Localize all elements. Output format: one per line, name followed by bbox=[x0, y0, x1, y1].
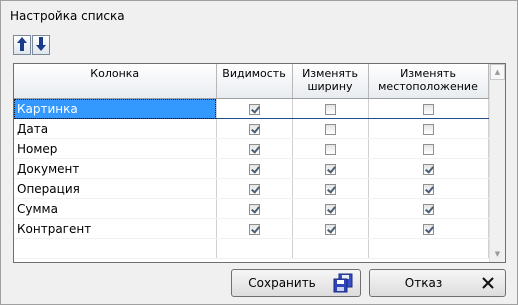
visibility-checkbox[interactable] bbox=[248, 103, 260, 115]
visibility-checkbox-cell bbox=[216, 118, 293, 139]
columns-grid[interactable]: Колонка Видимость Изменять ширину Изменя… bbox=[13, 63, 506, 263]
header-column[interactable]: Колонка bbox=[14, 64, 217, 99]
header-visibility[interactable]: Видимость bbox=[216, 64, 293, 99]
scroll-up-icon[interactable]: ▲ bbox=[490, 64, 505, 80]
visibility-checkbox[interactable] bbox=[248, 203, 260, 215]
empty-row bbox=[14, 238, 489, 259]
resize-checkbox-cell bbox=[292, 218, 369, 239]
reposition-checkbox[interactable] bbox=[422, 103, 434, 115]
empty-cell bbox=[14, 238, 217, 259]
move-down-button[interactable] bbox=[32, 35, 50, 55]
visibility-checkbox[interactable] bbox=[248, 123, 260, 135]
table-row[interactable]: Сумма bbox=[14, 198, 489, 219]
reposition-checkbox-cell bbox=[368, 138, 489, 159]
column-name-cell[interactable]: Дата bbox=[14, 118, 217, 139]
visibility-checkbox[interactable] bbox=[248, 183, 260, 195]
resize-checkbox-cell bbox=[292, 118, 369, 139]
header-row: Колонка Видимость Изменять ширину Изменя… bbox=[14, 64, 489, 99]
reposition-checkbox[interactable] bbox=[422, 143, 434, 155]
reposition-checkbox[interactable] bbox=[422, 183, 434, 195]
empty-cell bbox=[368, 238, 489, 259]
table-row[interactable]: Операция bbox=[14, 178, 489, 199]
visibility-checkbox[interactable] bbox=[248, 143, 260, 155]
cancel-button[interactable]: Отказ bbox=[369, 269, 506, 297]
arrow-down-icon bbox=[35, 36, 47, 55]
reposition-checkbox-cell bbox=[368, 158, 489, 179]
reposition-checkbox[interactable] bbox=[422, 223, 434, 235]
columns-table: Колонка Видимость Изменять ширину Изменя… bbox=[14, 64, 489, 259]
column-name-cell[interactable]: Документ bbox=[14, 158, 217, 179]
resize-checkbox[interactable] bbox=[324, 163, 336, 175]
visibility-checkbox-cell bbox=[216, 158, 293, 179]
cancel-button-label: Отказ bbox=[404, 276, 443, 290]
dialog-title: Настройка списка bbox=[10, 9, 125, 23]
toolbar bbox=[13, 35, 50, 57]
visibility-checkbox-cell bbox=[216, 198, 293, 219]
resize-checkbox-cell bbox=[292, 138, 369, 159]
vertical-scrollbar[interactable]: ▲ ▼ bbox=[489, 64, 505, 262]
visibility-checkbox-cell bbox=[216, 218, 293, 239]
visibility-checkbox-cell bbox=[216, 138, 293, 159]
resize-checkbox[interactable] bbox=[324, 103, 336, 115]
move-up-button[interactable] bbox=[13, 35, 31, 55]
resize-checkbox-cell bbox=[292, 158, 369, 179]
grid-body: Картинка Дата Номер Документ Операция Сумма Ко… bbox=[14, 98, 489, 259]
floppy-disk-icon bbox=[332, 272, 354, 294]
column-name-cell[interactable]: Сумма bbox=[14, 198, 217, 219]
table-row[interactable]: Документ bbox=[14, 158, 489, 179]
save-button-label: Сохранить bbox=[248, 276, 316, 290]
column-name-cell[interactable]: Контрагент bbox=[14, 218, 217, 239]
column-name-cell[interactable]: Операция bbox=[14, 178, 217, 199]
visibility-checkbox[interactable] bbox=[248, 163, 260, 175]
empty-cell bbox=[216, 238, 293, 259]
column-name-cell[interactable]: Номер bbox=[14, 138, 217, 159]
close-icon bbox=[477, 272, 499, 294]
column-name-cell[interactable]: Картинка bbox=[14, 98, 217, 119]
settings-dialog: Настройка списка Колонка Видимость Измен… bbox=[0, 0, 518, 305]
reposition-checkbox-cell bbox=[368, 218, 489, 239]
reposition-checkbox-cell bbox=[368, 198, 489, 219]
visibility-checkbox-cell bbox=[216, 178, 293, 199]
arrow-up-icon bbox=[16, 36, 28, 55]
resize-checkbox-cell bbox=[292, 198, 369, 219]
reposition-checkbox-cell bbox=[368, 98, 489, 119]
resize-checkbox[interactable] bbox=[324, 223, 336, 235]
resize-checkbox[interactable] bbox=[324, 143, 336, 155]
resize-checkbox[interactable] bbox=[324, 203, 336, 215]
header-resize[interactable]: Изменять ширину bbox=[292, 64, 369, 99]
header-reposition[interactable]: Изменять местоположение bbox=[368, 64, 489, 99]
reposition-checkbox-cell bbox=[368, 118, 489, 139]
resize-checkbox-cell bbox=[292, 98, 369, 119]
resize-checkbox[interactable] bbox=[324, 123, 336, 135]
scroll-down-icon[interactable]: ▼ bbox=[490, 246, 505, 262]
resize-checkbox-cell bbox=[292, 178, 369, 199]
table-row[interactable]: Контрагент bbox=[14, 218, 489, 239]
save-button[interactable]: Сохранить bbox=[231, 269, 361, 297]
table-row[interactable]: Картинка bbox=[14, 98, 489, 119]
table-row[interactable]: Номер bbox=[14, 138, 489, 159]
reposition-checkbox[interactable] bbox=[422, 123, 434, 135]
empty-cell bbox=[292, 238, 369, 259]
reposition-checkbox-cell bbox=[368, 178, 489, 199]
reposition-checkbox[interactable] bbox=[422, 203, 434, 215]
table-row[interactable]: Дата bbox=[14, 118, 489, 139]
resize-checkbox[interactable] bbox=[324, 183, 336, 195]
visibility-checkbox[interactable] bbox=[248, 223, 260, 235]
visibility-checkbox-cell bbox=[216, 98, 293, 119]
reposition-checkbox[interactable] bbox=[422, 163, 434, 175]
